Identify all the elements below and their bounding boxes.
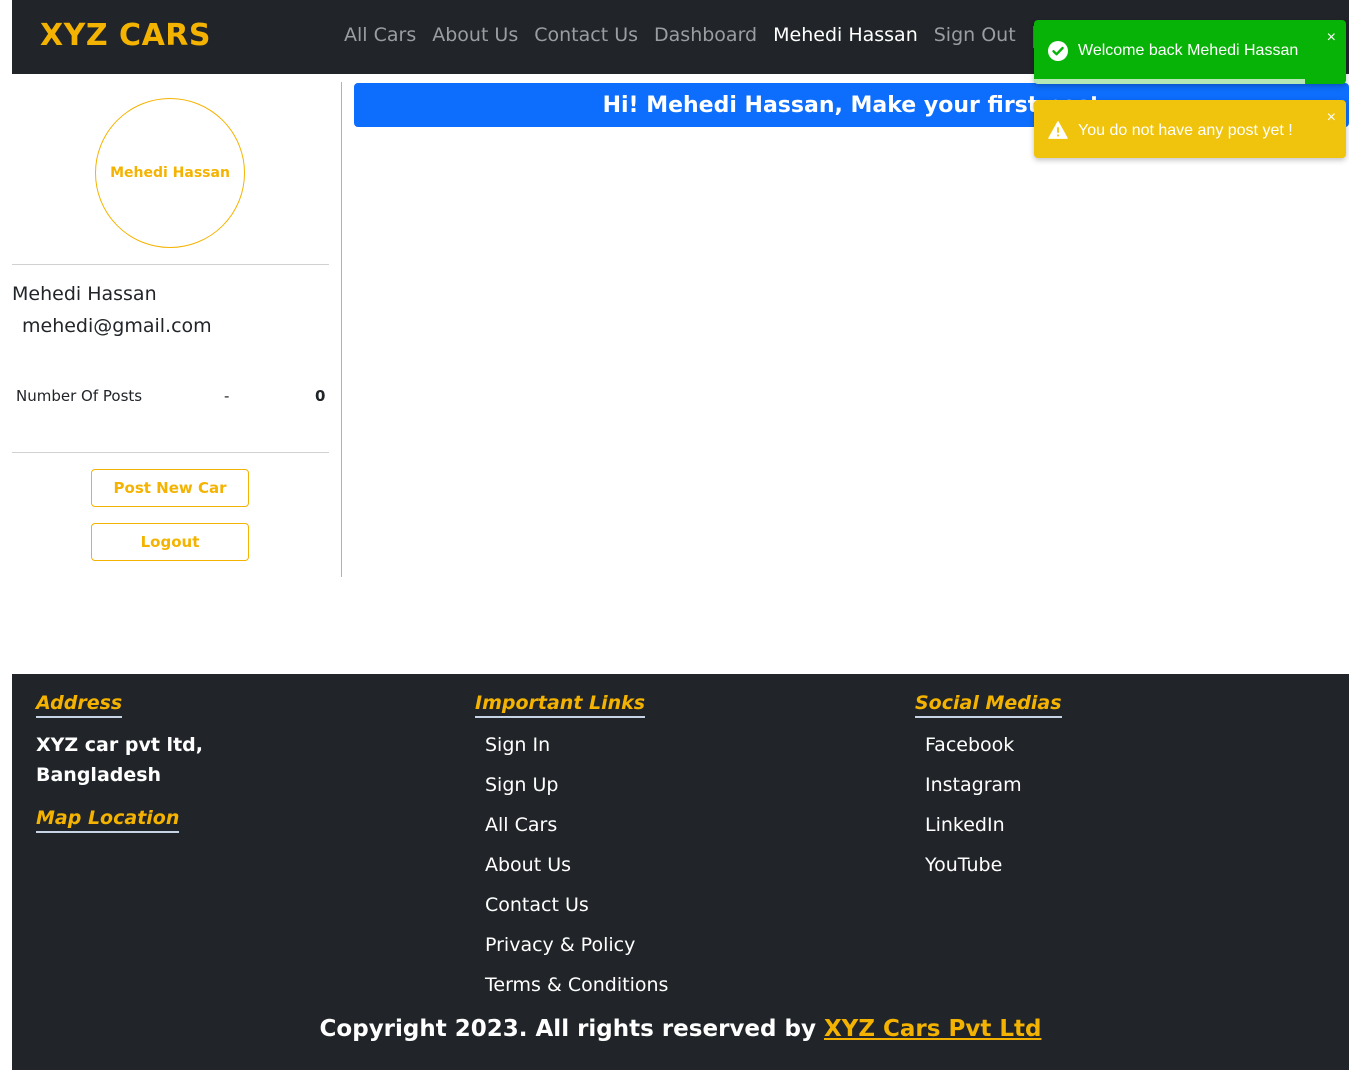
copyright-text: Copyright 2023. All rights reserved by [319,1016,824,1042]
close-icon[interactable]: × [1327,30,1336,46]
footer-link-sign-in[interactable]: Sign In [485,734,550,756]
nav-link-dashboard[interactable]: Dashboard [654,24,757,46]
page: XYZ CARS All Cars About Us Contact Us Da… [0,0,1349,1070]
nav-link-contact-us[interactable]: Contact Us [534,24,638,46]
brand-logo[interactable]: XYZ CARS [40,18,211,53]
footer-link-all-cars[interactable]: All Cars [485,814,557,836]
address-line-1: XYZ car pvt ltd, [36,734,203,756]
copyright: Copyright 2023. All rights reserved by X… [12,1016,1349,1042]
toast-progress-bar [1034,79,1306,84]
address-heading: Address [36,692,123,718]
profile-name: Mehedi Hassan [12,283,157,305]
footer-link-sign-up[interactable]: Sign Up [485,774,558,796]
footer-link-contact-us[interactable]: Contact Us [485,894,589,916]
post-count-value: 0 [315,387,326,405]
post-count-separator: - [224,387,230,405]
footer-link-terms[interactable]: Terms & Conditions [485,974,668,996]
footer: Address XYZ car pvt ltd, Bangladesh Map … [12,674,1349,1070]
nav-links: All Cars About Us Contact Us Dashboard M… [344,24,1032,46]
social-link-youtube[interactable]: YouTube [925,854,1002,876]
social-link-instagram[interactable]: Instagram [925,774,1022,796]
post-new-car-button[interactable]: Post New Car [91,469,249,507]
avatar: Mehedi Hassan [95,98,245,248]
map-location-heading: Map Location [36,807,180,833]
toast-warning-message: You do not have any post yet ! [1078,122,1293,139]
important-links-heading: Important Links [475,692,646,718]
close-icon[interactable]: × [1327,110,1336,126]
check-circle-icon [1048,41,1068,61]
sidebar-divider-bottom [12,452,329,453]
toast-warning: You do not have any post yet ! × [1034,100,1346,158]
company-link[interactable]: XYZ Cars Pvt Ltd [824,1016,1041,1042]
post-count-label: Number Of Posts [16,387,143,405]
address-line-2: Bangladesh [36,764,162,786]
sidebar-divider-top [12,264,329,265]
social-link-linkedin[interactable]: LinkedIn [925,814,1005,836]
nav-link-about-us[interactable]: About Us [432,24,518,46]
nav-link-all-cars[interactable]: All Cars [344,24,416,46]
footer-link-privacy-policy[interactable]: Privacy & Policy [485,934,635,956]
social-medias-heading: Social Medias [915,692,1062,718]
nav-link-sign-out[interactable]: Sign Out [934,24,1016,46]
nav-link-user-name[interactable]: Mehedi Hassan [773,24,918,46]
logout-button[interactable]: Logout [91,523,249,561]
toast-success-message: Welcome back Mehedi Hassan [1078,42,1299,59]
profile-email: mehedi@gmail.com [22,315,212,337]
toast-success: Welcome back Mehedi Hassan × [1034,20,1346,84]
profile-sidebar: Mehedi Hassan Mehedi Hassan mehedi@gmail… [12,82,342,577]
social-link-facebook[interactable]: Facebook [925,734,1014,756]
warning-triangle-icon [1048,120,1068,140]
footer-link-about-us[interactable]: About Us [485,854,571,876]
